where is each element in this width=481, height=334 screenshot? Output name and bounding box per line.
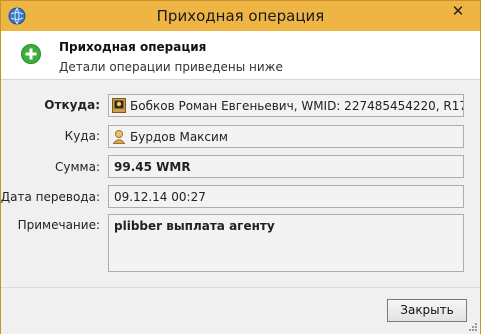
- details-form: Откуда: Бобков Роман Евгеньевич, WMID: 2…: [1, 80, 480, 287]
- close-icon: ✕: [451, 2, 465, 20]
- button-bar: Закрыть: [1, 287, 480, 334]
- note-value: plibber выплата агенту: [114, 219, 275, 233]
- date-label: Дата перевода:: [0, 190, 100, 204]
- plus-circle-icon: [21, 44, 41, 64]
- amount-value: 99.45 WMR: [114, 160, 191, 174]
- header-subtitle: Детали операции приведены ниже: [59, 60, 283, 74]
- from-field[interactable]: Бобков Роман Евгеньевич, WMID: 227485454…: [108, 94, 464, 117]
- passport-icon: [112, 98, 126, 113]
- window-title: Приходная операция: [156, 7, 325, 25]
- dialog-window: Приходная операция ✕ Приходная операция …: [0, 0, 481, 334]
- from-value: Бобков Роман Евгеньевич, WMID: 227485454…: [130, 99, 463, 113]
- title-bar[interactable]: Приходная операция ✕: [1, 1, 480, 31]
- resize-grip-icon[interactable]: [468, 322, 478, 332]
- note-label: Примечание:: [17, 218, 100, 232]
- amount-field[interactable]: 99.45 WMR: [108, 155, 464, 178]
- to-label: Куда:: [64, 129, 100, 143]
- user-icon: [112, 130, 126, 144]
- close-button[interactable]: Закрыть: [387, 299, 467, 322]
- note-field[interactable]: plibber выплата агенту: [108, 214, 464, 272]
- amount-label: Сумма:: [55, 160, 100, 174]
- header-panel: Приходная операция Детали операции приве…: [1, 31, 480, 80]
- to-field[interactable]: Бурдов Максим: [108, 125, 464, 148]
- window-close-button[interactable]: ✕: [441, 1, 475, 21]
- header-title: Приходная операция: [59, 40, 207, 54]
- from-label: Откуда:: [44, 98, 100, 112]
- to-value: Бурдов Максим: [130, 130, 228, 144]
- date-value: 09.12.14 00:27: [114, 190, 206, 204]
- date-field[interactable]: 09.12.14 00:27: [108, 185, 464, 208]
